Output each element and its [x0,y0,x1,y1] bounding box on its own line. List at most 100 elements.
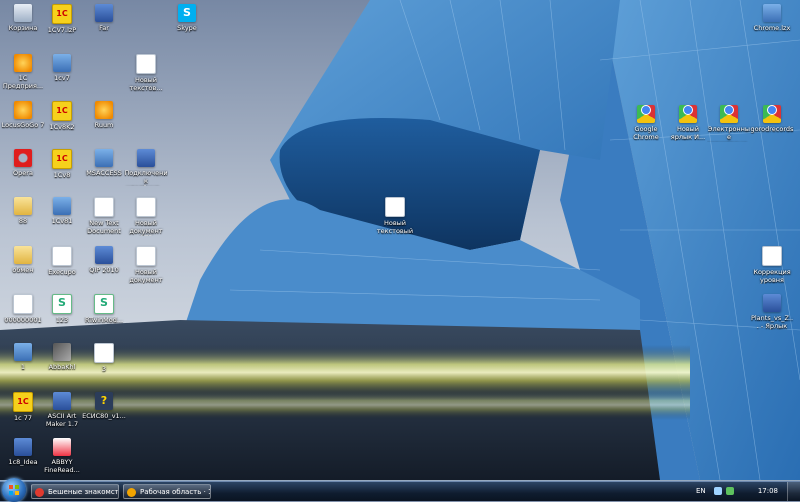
icon-1cv7[interactable]: 1CV7.lzP [40,4,84,35]
far-manager-icon [95,4,113,22]
icon-1cv81[interactable]: 1Cv81 [40,197,84,226]
icon-qip[interactable]: QIP 2010 [82,246,126,275]
app-icon [14,438,32,456]
shortcut-icon [53,197,71,215]
icon-label: Новый текстов... [129,77,163,92]
icon-new-shortcut[interactable]: Новый ярлык И... [666,100,710,141]
icon-label: QIP 2010 [89,267,119,274]
icon-gorodrecords[interactable]: gorodrecords [750,100,794,134]
icon-label: 1CV7.lzP [47,27,77,34]
1c-icon [52,4,72,24]
icon-000000001[interactable]: 000000001 [1,294,45,325]
icon-3[interactable]: 3 [82,343,126,374]
icon-new-text-center[interactable]: Новый текстовый ... [373,197,417,236]
icon-1c-enterprise[interactable]: 1С Предприя... [1,54,45,90]
icon-label: 000000001 [4,317,42,324]
icon-label: Подключени к удалённо... [124,170,168,186]
abbyy-icon [53,438,71,456]
icon-label: Новый ярлык И... [670,126,706,141]
s-icon: S [94,294,114,314]
icon-locus[interactable]: LocusGoGo 7 [1,101,45,130]
icon-label: gorodrecords [750,126,794,133]
icon-new-doc[interactable]: Новый документ [124,246,168,284]
language-indicator[interactable]: EN [696,482,706,501]
icon-label: Электронные регистраци... [707,126,751,142]
icon-plants[interactable]: Plants_vs_Z... - Ярлык [750,294,794,330]
start-button[interactable] [2,478,26,502]
chrome-icon [763,105,781,123]
icon-folder-88[interactable]: 88 [1,197,45,226]
icon-new-text-doc[interactable]: New Text Document [82,197,126,235]
icon-label: Opera [13,170,33,177]
icon-label: 1Cv8 [53,172,71,179]
app-icon [53,392,71,410]
icon-label: AbbaKhl [48,364,76,371]
icon-correction[interactable]: Коррекция уровня [750,246,794,284]
icon-ruum[interactable]: Ruum [82,101,126,130]
icon-msaccess[interactable]: MSACCESS [82,149,126,178]
icon-new-rtf[interactable]: Новый документ RTF [124,197,168,236]
icon-label: обмен [12,267,34,274]
icon-label: 1c8_Idea [8,459,38,466]
icon-label: Корзина [8,25,38,32]
app-icon [95,101,113,119]
opera-icon [14,149,32,167]
icon-folder-obmen[interactable]: обмен [1,246,45,275]
text-document-icon [94,343,114,363]
icon-label: 1С Предприя... [2,75,44,90]
app-icon [95,149,113,167]
icon-new-text-1[interactable]: Новый текстов... [124,54,168,92]
show-desktop-button[interactable] [787,482,800,501]
icon-label: Execupo [48,269,76,276]
icon-registrations[interactable]: Электронные регистраци... [707,100,751,142]
icon-far[interactable]: Far [82,4,126,33]
browser-icon [35,488,44,497]
icon-1cv8k2[interactable]: 1Cv8K2 [40,101,84,132]
chrome-icon [637,105,655,123]
skype-icon: S [178,4,196,22]
icon-1[interactable]: 1 [1,343,45,372]
icon-label: 1Cv8K2 [49,124,75,131]
icon-1c77[interactable]: 1c 77 [1,392,45,423]
taskbar-item-label: Бешеные знакомст... [48,488,119,496]
icon-abbyy[interactable]: ABBYY FineRead... [40,438,84,474]
icon-opera[interactable]: Opera [1,149,45,178]
taskbar-item-browser[interactable]: Бешеные знакомст... [31,484,119,499]
icon-1c8-idea[interactable]: 1c8_Idea [1,438,45,467]
icon-1cv7-shortcut[interactable]: 1cv7 [40,54,84,83]
icon-label: ABBYY FineRead... [44,459,80,474]
icon-label: LocusGoGo 7 [1,122,45,129]
icon-remote[interactable]: Подключени к удалённо... [124,149,168,186]
taskbar: Бешеные знакомст... Рабочая область · 1.… [0,478,800,502]
1c-icon [13,392,33,412]
icon-ascii[interactable]: ASCII Art Maker 1.7 [40,392,84,428]
icon-rtwinmod[interactable]: S RTwinMod... [82,294,126,325]
app-icon [14,343,32,361]
workspace-icon [127,488,136,497]
app-icon [95,246,113,264]
folder-icon [14,197,32,215]
icon-google-chrome[interactable]: Google Chrome [624,100,668,141]
network-icon[interactable] [714,487,722,495]
recycle-bin-icon [14,4,32,22]
icon-skype[interactable]: S Skype [165,4,209,33]
text-document-icon [762,246,782,266]
icon-execupo[interactable]: Execupo [40,246,84,277]
clock[interactable]: 17:08 [758,482,778,501]
icon-label: Chrome.lzx [753,25,791,32]
orange-app-icon [14,101,32,119]
windows-logo-icon [9,485,19,495]
text-document-icon [94,197,114,217]
app-icon [763,4,781,22]
icon-label: 1cv7 [54,75,70,82]
icon-recycle-bin[interactable]: Корзина [1,4,45,33]
icon-esis[interactable]: ? ЕСИС80_v1... [82,392,126,421]
taskbar-item-workspace[interactable]: Рабочая область · 1... [123,484,211,499]
icon-123[interactable]: S 123 [40,294,84,325]
icon-abba[interactable]: AbbaKhl [40,343,84,372]
icon-chrome-lzx[interactable]: Chrome.lzx [750,4,794,33]
remote-desktop-icon [137,149,155,167]
tray-app-icon[interactable] [726,487,734,495]
icon-label: 88 [18,218,28,225]
icon-1cv8[interactable]: 1Cv8 [40,149,84,180]
